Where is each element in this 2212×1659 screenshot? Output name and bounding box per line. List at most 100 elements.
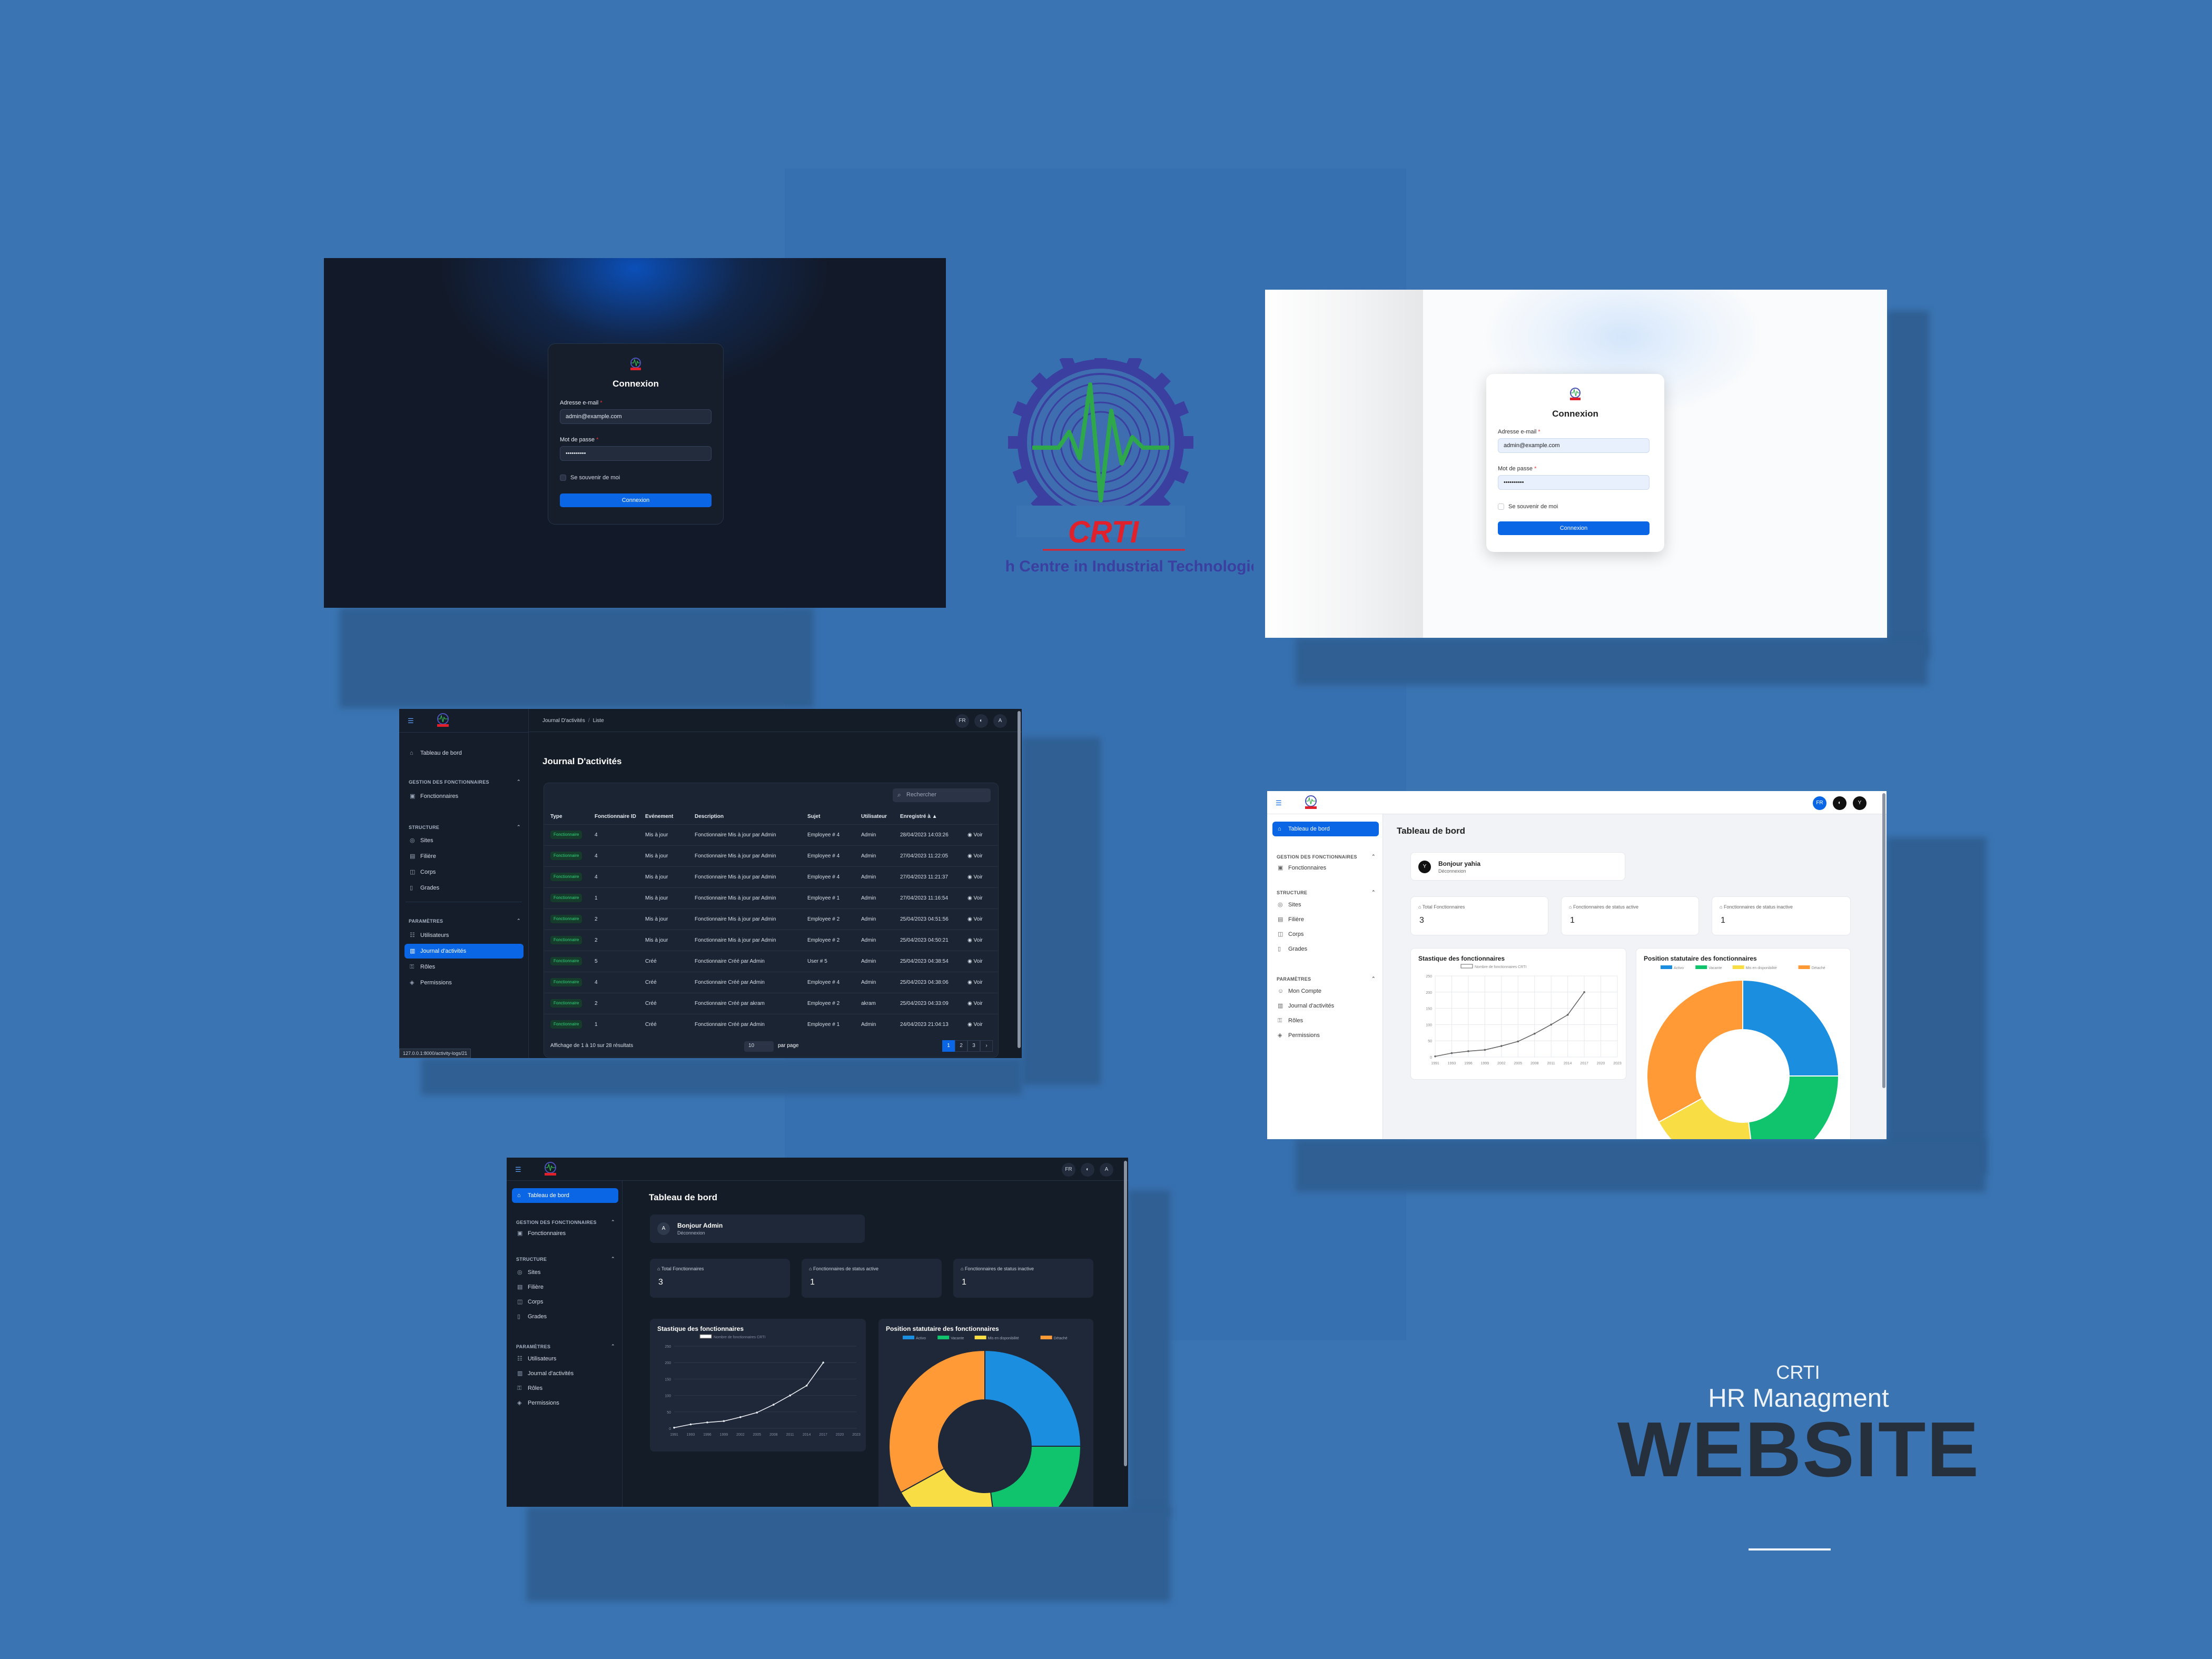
- nav-sites[interactable]: ◎ Sites: [404, 833, 524, 848]
- language-button[interactable]: FR: [955, 714, 969, 728]
- view-button[interactable]: ◉ Voir: [967, 972, 983, 993]
- nav-corps[interactable]: ◫ Corps: [404, 865, 524, 880]
- view-button[interactable]: ◉ Voir: [967, 888, 983, 909]
- pagination: 1 2 3 ›: [942, 1040, 993, 1052]
- chart-legend: Nombre de fonctionnaires CRTI: [699, 1334, 765, 1339]
- page-3[interactable]: 3: [967, 1040, 980, 1052]
- x-tick-label: 2023: [1613, 1062, 1622, 1065]
- search-icon: ⌕: [897, 791, 901, 798]
- chevron-up-icon[interactable]: ⌃: [517, 918, 521, 924]
- email-field[interactable]: admin@example.com: [560, 409, 712, 424]
- nav-sites[interactable]: ◎ Sites: [512, 1265, 618, 1280]
- language-button[interactable]: FR: [1062, 1163, 1075, 1177]
- nav-filiere[interactable]: ▤ Filière: [512, 1280, 618, 1295]
- cell-event: Mis à jour: [645, 895, 668, 901]
- menu-toggle-icon[interactable]: ☰: [408, 717, 414, 725]
- email-field[interactable]: admin@example.com: [1498, 438, 1650, 453]
- chart-legend: Activo Vacante Mis en disponibilité Détaché: [1661, 965, 1825, 970]
- nav-corps[interactable]: ◫ Corps: [512, 1295, 618, 1309]
- activity-table: ⌕ Rechercher Type Fonctionnaire ID Evénem…: [544, 783, 999, 1058]
- scrollbar[interactable]: [1882, 793, 1885, 1088]
- chevron-up-icon[interactable]: ⌃: [611, 1256, 615, 1262]
- login-button[interactable]: Connexion: [1498, 521, 1650, 535]
- users-icon: ☷: [410, 932, 415, 939]
- cell-description: Fonctionnaire Mis à jour par Admin: [695, 874, 776, 880]
- nav-dashboard[interactable]: ⌂ Tableau de bord: [404, 746, 524, 761]
- user-avatar[interactable]: A: [1100, 1163, 1113, 1177]
- nav-grades[interactable]: ▯ Grades: [404, 881, 524, 895]
- menu-toggle-icon[interactable]: ☰: [1276, 799, 1282, 807]
- chevron-up-icon[interactable]: ⌃: [517, 779, 521, 785]
- view-button[interactable]: ◉ Voir: [967, 951, 983, 972]
- nav-grades[interactable]: ▯ Grades: [1272, 942, 1379, 956]
- pie-chart-panel: Position statutaire des fonctionnaires A…: [878, 1319, 1093, 1507]
- cell-user: Admin: [861, 937, 876, 943]
- nav-permissions[interactable]: ◈ Permissions: [512, 1396, 618, 1410]
- nav-journal[interactable]: ▥ Journal d'activités: [1272, 999, 1379, 1013]
- login-button[interactable]: Connexion: [560, 493, 712, 507]
- scrollbar[interactable]: [1018, 711, 1021, 1048]
- cell-id: 4: [595, 832, 598, 838]
- nav-permissions[interactable]: ◈ Permissions: [404, 975, 524, 990]
- nav-utilisateurs[interactable]: ☷ Utilisateurs: [512, 1351, 618, 1366]
- view-button[interactable]: ◉ Voir: [967, 993, 983, 1014]
- password-field[interactable]: ••••••••••: [1498, 475, 1650, 490]
- nav-fonctionnaires[interactable]: ▣ Fonctionnaires: [404, 789, 524, 804]
- user-avatar[interactable]: Y: [1853, 796, 1867, 810]
- view-button[interactable]: ◉ Voir: [967, 867, 983, 888]
- remember-checkbox[interactable]: [1498, 503, 1504, 510]
- col-date[interactable]: Enregistré à ▲: [900, 809, 937, 824]
- per-page-select[interactable]: 10: [744, 1041, 774, 1052]
- nav-fonctionnaires[interactable]: ▣ Fonctionnaires: [1272, 861, 1379, 875]
- nav-dashboard[interactable]: ⌂ Tableau de bord: [512, 1188, 618, 1203]
- theme-toggle-icon[interactable]: ◐: [974, 714, 988, 728]
- table-row: Fonctionnaire 4 Créé Fonctionnaire Créé par…: [544, 972, 998, 993]
- nav-sites[interactable]: ◎ Sites: [1272, 897, 1379, 912]
- chevron-up-icon[interactable]: ⌃: [1371, 976, 1376, 982]
- nav-roles[interactable]: ⚿ Rôles: [512, 1381, 618, 1396]
- nav-journal[interactable]: ▥ Journal d'activités: [404, 944, 524, 959]
- view-button[interactable]: ◉ Voir: [967, 930, 983, 951]
- chevron-up-icon[interactable]: ⌃: [1371, 854, 1376, 860]
- view-button[interactable]: ◉ Voir: [967, 825, 983, 846]
- view-button[interactable]: ◉ Voir: [967, 1014, 983, 1035]
- nav-filiere[interactable]: ▤ Filière: [1272, 912, 1379, 927]
- eye-icon: ◉: [967, 853, 972, 859]
- logout-link[interactable]: Déconnexion: [1438, 868, 1466, 874]
- chevron-up-icon[interactable]: ⌃: [611, 1344, 615, 1349]
- theme-toggle-icon[interactable]: ◐: [1833, 796, 1846, 810]
- search-input[interactable]: ⌕ Rechercher: [893, 788, 991, 802]
- globe-icon: ◎: [517, 1269, 522, 1276]
- nav-journal[interactable]: ▥ Journal d'activités: [512, 1366, 618, 1381]
- nav-grades[interactable]: ▯ Grades: [512, 1309, 618, 1324]
- nav-permissions[interactable]: ◈ Permissions: [1272, 1028, 1379, 1043]
- page-2[interactable]: 2: [955, 1040, 967, 1052]
- password-field[interactable]: ••••••••••: [560, 446, 712, 461]
- y-tick-label: 50: [1428, 1040, 1432, 1043]
- theme-toggle-icon[interactable]: ◐: [1081, 1163, 1094, 1177]
- menu-toggle-icon[interactable]: ☰: [515, 1166, 521, 1174]
- language-button[interactable]: FR: [1813, 796, 1826, 810]
- chevron-up-icon[interactable]: ⌃: [1371, 890, 1376, 895]
- next-page[interactable]: ›: [980, 1040, 993, 1052]
- nav-corps[interactable]: ◫ Corps: [1272, 927, 1379, 942]
- view-button[interactable]: ◉ Voir: [967, 846, 983, 867]
- logout-link[interactable]: Déconnexion: [677, 1230, 705, 1236]
- user-avatar[interactable]: A: [993, 714, 1007, 728]
- chevron-up-icon[interactable]: ⌃: [611, 1219, 615, 1225]
- cell-event: Mis à jour: [645, 853, 668, 859]
- nav-roles[interactable]: ⚿ Rôles: [1272, 1013, 1379, 1028]
- col-user: Utilisateur: [861, 814, 887, 819]
- nav-utilisateurs[interactable]: ☷ Utilisateurs: [404, 928, 524, 943]
- page-1[interactable]: 1: [942, 1040, 955, 1052]
- cell-date: 25/04/2023 04:33:09: [900, 1001, 949, 1006]
- scrollbar[interactable]: [1124, 1161, 1127, 1466]
- remember-checkbox[interactable]: [560, 475, 566, 481]
- nav-mon-compte[interactable]: ☺ Mon Compte: [1272, 984, 1379, 999]
- chevron-up-icon[interactable]: ⌃: [517, 824, 521, 830]
- nav-roles[interactable]: ⚿ Rôles: [404, 960, 524, 974]
- nav-fonctionnaires[interactable]: ▣ Fonctionnaires: [512, 1226, 618, 1241]
- nav-filiere[interactable]: ▤ Filière: [404, 849, 524, 864]
- view-button[interactable]: ◉ Voir: [967, 909, 983, 930]
- nav-dashboard[interactable]: ⌂ Tableau de bord: [1272, 822, 1379, 836]
